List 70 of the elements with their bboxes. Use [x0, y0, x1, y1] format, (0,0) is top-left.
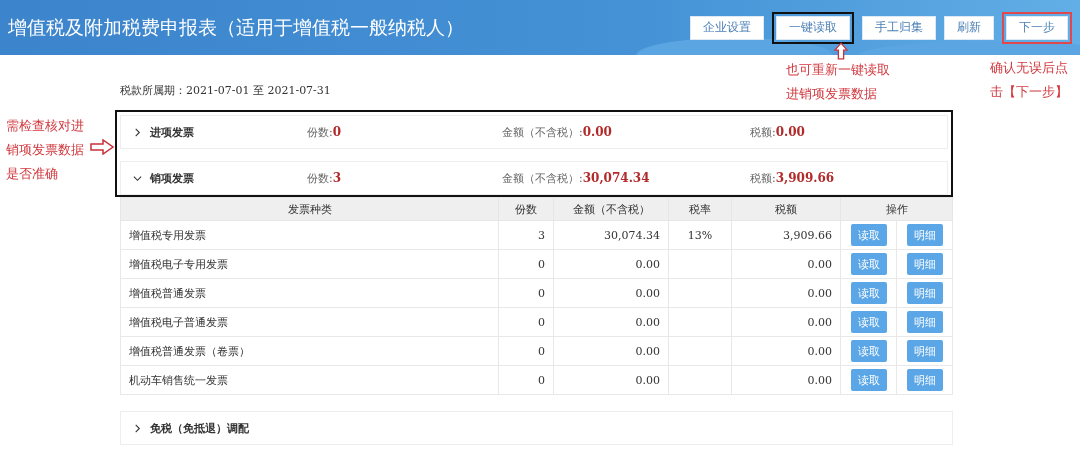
toolbar-button[interactable]: 一键读取: [776, 15, 850, 40]
column-header: 份数: [498, 197, 554, 221]
annotation-note: 也可重新一键读取 进销项发票数据: [786, 61, 890, 103]
action-button[interactable]: 读取: [850, 282, 887, 304]
section-header[interactable]: 销项发票 份数:3 金额（不含税）:30,074.34 税额:3,909.66: [120, 161, 948, 195]
action-button[interactable]: 读取: [850, 224, 887, 246]
table-cell: 增值税专用发票: [120, 220, 499, 250]
column-header: 税率: [668, 197, 732, 221]
tax-summary: 税额:0.00: [750, 124, 805, 140]
table-cell: 13%: [668, 220, 732, 250]
amount-summary: 金额（不含税）:30,074.34: [502, 170, 650, 186]
column-header: 金额（不含税）: [553, 197, 669, 221]
section-title: 免税（免抵退）调配: [150, 420, 249, 436]
table-cell: 0: [498, 249, 554, 279]
action-button[interactable]: 读取: [850, 253, 887, 275]
action-button[interactable]: 明细: [906, 253, 943, 275]
tax-period: 税款所属期：2021-07-01 至 2021-07-31: [120, 83, 331, 98]
column-header: 操作: [840, 197, 953, 221]
action-button[interactable]: 读取: [850, 311, 887, 333]
count-summary: 份数:3: [307, 170, 342, 186]
column-header: 税额: [731, 197, 841, 221]
table-cell: 增值税电子专用发票: [120, 249, 499, 279]
table-cell: 3,909.66: [731, 220, 841, 250]
chevron-down-icon: [133, 173, 142, 183]
table-cell: 机动车销售统一发票: [120, 365, 499, 395]
table-cell: 0.00: [553, 307, 669, 337]
chevron-right-icon: [133, 127, 142, 137]
table-cell: 0.00: [553, 336, 669, 366]
table-cell: 0.00: [553, 278, 669, 308]
toolbar-button[interactable]: 企业设置: [690, 15, 764, 40]
count-summary: 份数:0: [307, 124, 342, 140]
table-cell: 增值税普通发票（卷票）: [120, 336, 499, 366]
table-cell: 0.00: [553, 365, 669, 395]
action-button[interactable]: 明细: [906, 311, 943, 333]
annotation-note: 需检查核对进 销项发票数据 是否准确: [6, 117, 84, 183]
table-cell: 0.00: [553, 249, 669, 279]
section-title: 销项发票: [150, 170, 194, 186]
toolbar-button[interactable]: 刷新: [944, 15, 994, 40]
amount-summary: 金额（不含税）:0.00: [502, 124, 612, 140]
chevron-right-icon: [133, 423, 142, 433]
section-header[interactable]: 进项发票 份数:0 金额（不含税）:0.00 税额:0.00: [120, 115, 948, 149]
table-cell: 0.00: [731, 307, 841, 337]
action-button[interactable]: 明细: [906, 340, 943, 362]
page-title: 增值税及附加税费申报表（适用于增值税一般纳税人）: [8, 14, 464, 40]
table-cell: 0.00: [731, 336, 841, 366]
action-button[interactable]: 读取: [850, 340, 887, 362]
action-button[interactable]: 明细: [906, 224, 943, 246]
column-header: 发票种类: [120, 197, 499, 221]
annotation-note: 确认无误后点 击【下一步】: [990, 59, 1068, 101]
action-button[interactable]: 读取: [850, 369, 887, 391]
table-cell: 0: [498, 336, 554, 366]
table-cell: 0: [498, 278, 554, 308]
table-cell: 3: [498, 220, 554, 250]
table-cell: 0: [498, 365, 554, 395]
table-cell: 30,074.34: [553, 220, 669, 250]
section-title: 进项发票: [150, 124, 194, 140]
table-cell: 0.00: [731, 249, 841, 279]
arrow-right-icon: [90, 139, 114, 155]
table-cell: 增值税普通发票: [120, 278, 499, 308]
action-button[interactable]: 明细: [906, 369, 943, 391]
section-header[interactable]: 免税（免抵退）调配: [120, 411, 953, 445]
arrow-up-icon: [834, 42, 848, 60]
table-cell: 增值税电子普通发票: [120, 307, 499, 337]
toolbar-button[interactable]: 手工归集: [862, 15, 936, 40]
action-button[interactable]: 明细: [906, 282, 943, 304]
toolbar-button[interactable]: 下一步: [1006, 15, 1068, 40]
table-cell: 0.00: [731, 365, 841, 395]
tax-summary: 税额:3,909.66: [750, 170, 835, 186]
table-cell: 0.00: [731, 278, 841, 308]
table-cell: 0: [498, 307, 554, 337]
